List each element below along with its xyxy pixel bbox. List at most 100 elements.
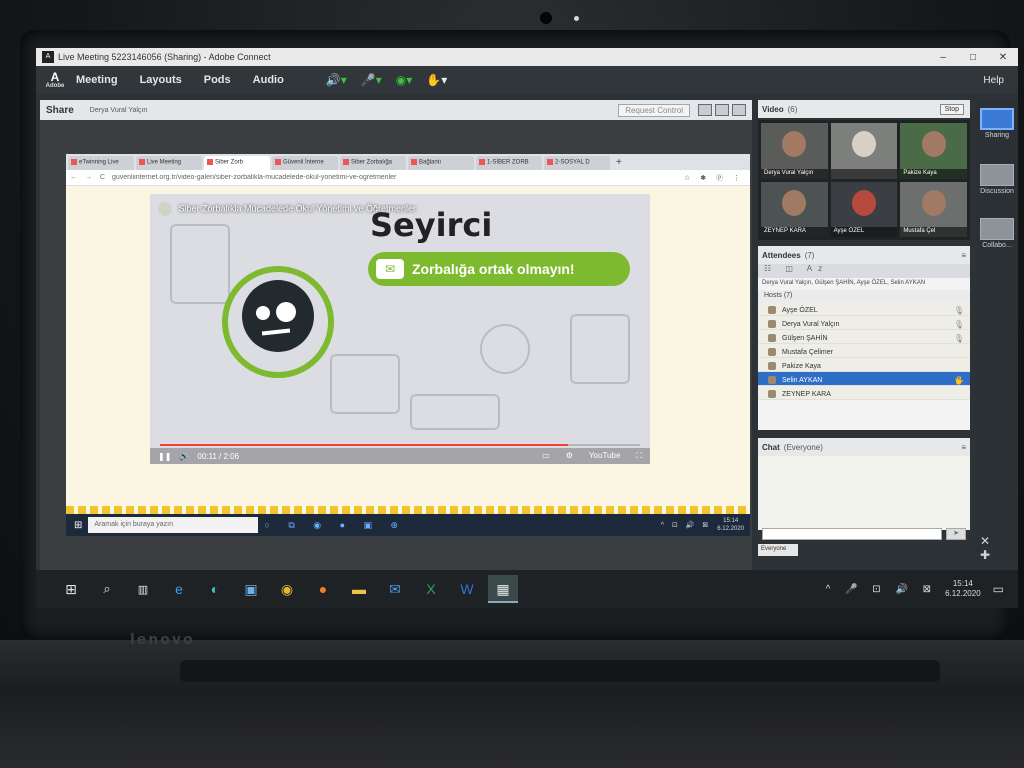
- host-icon: [768, 362, 776, 370]
- share-pod-title: Share: [46, 104, 74, 116]
- start-icon[interactable]: ⊞: [56, 581, 86, 598]
- layout-discussion[interactable]: Discussion: [980, 164, 1014, 195]
- browser-tab[interactable]: Live Meeting: [136, 156, 202, 170]
- raised-hand-icon: 🖐: [954, 375, 964, 385]
- video-tile[interactable]: [830, 123, 898, 179]
- webcam-icon[interactable]: ◉▾: [396, 73, 413, 87]
- video-tile[interactable]: Ayşe ÖZEL: [830, 181, 898, 237]
- host-icon: [768, 348, 776, 356]
- attendee-row-selected[interactable]: Selin AYKAN 🖐: [758, 372, 970, 386]
- youtube-logo[interactable]: YouTube: [589, 451, 620, 461]
- view-mode-icon[interactable]: [698, 104, 712, 116]
- speaker-icon[interactable]: 🔊▾: [326, 73, 347, 87]
- search-icon[interactable]: ⌕: [92, 581, 122, 597]
- window-controls: – □ ✕: [928, 52, 1018, 63]
- video-tile[interactable]: Pakize Kaya: [900, 123, 967, 179]
- layout-thumbnail: [980, 164, 1014, 186]
- host-icon: [768, 306, 776, 314]
- start-icon[interactable]: ⊞: [74, 520, 82, 531]
- mic-status-icon: 🎙: [953, 319, 964, 329]
- settings-icon[interactable]: ⚙: [566, 451, 573, 461]
- store-icon[interactable]: ▣: [236, 581, 266, 598]
- edge-icon[interactable]: ◐: [200, 581, 230, 597]
- rail-collapse-add-icons[interactable]: ✕ ✚: [980, 534, 1018, 562]
- browser-tab[interactable]: Siber Zorbalığa: [340, 156, 406, 170]
- fullscreen-icon[interactable]: ⛶: [636, 451, 642, 461]
- file-explorer-icon[interactable]: ▬: [344, 581, 374, 597]
- attendee-row[interactable]: Gülşen ŞAHİN 🎙: [758, 330, 970, 344]
- new-tab-button[interactable]: +: [612, 156, 626, 170]
- pinned-app-icons[interactable]: ○ ⧉ ◉ ● ▣ ⊕: [264, 520, 406, 531]
- browser-tab[interactable]: Güvenli İnterne: [272, 156, 338, 170]
- attendees-pod-title: Attendees: [762, 250, 801, 260]
- browser-tab[interactable]: eTwinning Live: [68, 156, 134, 170]
- tab-favicon-icon: [343, 159, 349, 165]
- attendee-row[interactable]: Pakize Kaya: [758, 358, 970, 372]
- subtitles-icon[interactable]: ▭: [542, 451, 550, 461]
- volume-icon[interactable]: 🔊: [179, 452, 189, 461]
- pod-menu-icon[interactable]: [732, 104, 746, 116]
- menu-audio[interactable]: Audio: [253, 74, 284, 86]
- send-icon[interactable]: ➤: [946, 528, 966, 540]
- pod-options-icon[interactable]: ≡: [961, 443, 966, 452]
- video-pod-count: (6): [787, 104, 798, 114]
- raise-hand-icon[interactable]: ✋▾: [426, 73, 447, 87]
- adobe-connect-app-icon: A: [42, 51, 54, 63]
- video-tile[interactable]: Mustafa Çel: [900, 181, 967, 237]
- connect-menubar: A Adobe Meeting Layouts Pods Audio 🔊▾ 🎤▾…: [36, 66, 1018, 94]
- host-icon: [768, 320, 776, 328]
- request-control-button[interactable]: Request Control: [618, 103, 690, 117]
- pod-options-icon[interactable]: ≡: [961, 251, 966, 260]
- tab-favicon-icon: [207, 159, 213, 165]
- firefox-icon[interactable]: ●: [308, 581, 338, 597]
- excel-icon[interactable]: X: [416, 581, 446, 597]
- stop-video-button[interactable]: Stop: [939, 103, 964, 115]
- browser-extension-icons[interactable]: ☆ ✱ ⓟ ⋮: [684, 173, 744, 183]
- system-tray-icons[interactable]: ^ 🎤 ⊡ 🔊 ⊠: [826, 584, 937, 595]
- layout-sharing[interactable]: Sharing: [980, 108, 1014, 139]
- face-eye: [256, 306, 270, 320]
- browser-tab[interactable]: 1-SİBER ZORB: [476, 156, 542, 170]
- minimize-button[interactable]: –: [928, 52, 958, 63]
- system-tray-icons[interactable]: ^ ⊡ 🔊 ⊠: [661, 521, 712, 529]
- microphone-icon[interactable]: 🎤▾: [361, 73, 382, 87]
- menu-meeting[interactable]: Meeting: [76, 74, 118, 86]
- menu-pods[interactable]: Pods: [204, 74, 231, 86]
- task-view-icon[interactable]: ▥: [128, 583, 158, 596]
- url-field[interactable]: guvenliinternet.org.tr/video-galeri/sibe…: [112, 174, 684, 181]
- maximize-button[interactable]: □: [958, 52, 988, 63]
- browser-tab[interactable]: 2-SOSYAL D: [544, 156, 610, 170]
- word-icon[interactable]: W: [452, 581, 482, 597]
- edge-legacy-icon[interactable]: e: [164, 581, 194, 597]
- chat-tab-everyone[interactable]: Everyone: [758, 544, 798, 556]
- chrome-icon[interactable]: ◉: [272, 581, 302, 598]
- youtube-video-player[interactable]: Siber Zorbalıkla Mücadelede Okul Yönetim…: [150, 194, 650, 464]
- adobe-connect-icon[interactable]: ▦: [488, 575, 518, 603]
- video-pod-title: Video: [762, 104, 784, 114]
- close-button[interactable]: ✕: [988, 52, 1018, 63]
- layout-collaboration[interactable]: Collabo...: [980, 218, 1014, 249]
- chat-pod-header: Chat (Everyone) ≡: [758, 438, 970, 456]
- pause-icon[interactable]: ❚❚: [158, 452, 171, 461]
- hosts-group-label[interactable]: Hosts (7): [758, 290, 970, 302]
- browser-tab-active[interactable]: Siber Zorb: [204, 156, 270, 170]
- video-tile[interactable]: ZEYNEP KARA: [761, 181, 828, 237]
- attendee-row[interactable]: Mustafa Çelimer: [758, 344, 970, 358]
- video-progress-bar[interactable]: [160, 444, 640, 446]
- help-menu[interactable]: Help: [983, 75, 1004, 86]
- fullscreen-mode-icon[interactable]: [715, 104, 729, 116]
- menu-layouts[interactable]: Layouts: [140, 74, 182, 86]
- notifications-icon[interactable]: ▭: [993, 582, 1004, 596]
- mail-icon[interactable]: ✉: [380, 581, 410, 598]
- video-tile[interactable]: Derya Vural Yalçın: [761, 123, 828, 179]
- attendee-row[interactable]: Derya Vural Yalçın 🎙: [758, 316, 970, 330]
- mic-status-icon: 🎙: [953, 305, 964, 315]
- browser-nav-icons[interactable]: ← → C: [70, 174, 108, 181]
- attendee-row[interactable]: ZEYNEP KARA: [758, 386, 970, 400]
- taskbar-search-input[interactable]: Aramak için buraya yazın: [88, 517, 259, 533]
- browser-tab[interactable]: Bağlantı: [408, 156, 474, 170]
- chat-message-input[interactable]: [762, 528, 942, 540]
- attendee-row[interactable]: Ayşe ÖZEL 🎙: [758, 302, 970, 316]
- taskbar-clock[interactable]: 15:14 6.12.2020: [945, 579, 981, 599]
- attendees-view-tools[interactable]: ☷ ◫ Az: [758, 264, 970, 278]
